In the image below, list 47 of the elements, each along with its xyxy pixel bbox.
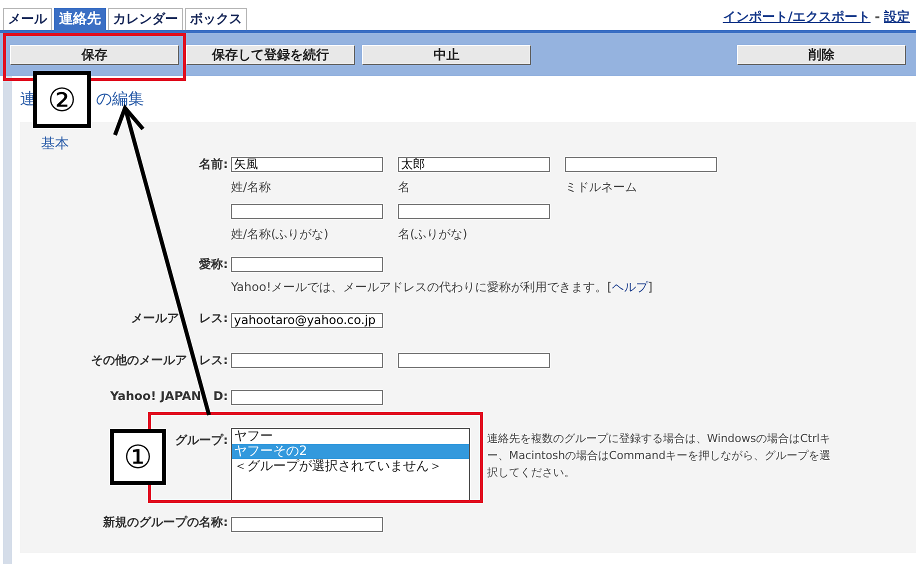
field-label: レス: [199,311,228,326]
field-caption: 姓/名称(ふりがな) [231,227,328,242]
toolbar-button[interactable]: 中止 [362,44,531,64]
field-label: グループ: [175,433,228,447]
input-field[interactable] [398,352,550,368]
nickname-hint: Yahoo!メールでは、メールアドレスの代わりに愛称が利用できます。[ヘルプ] [231,280,652,295]
field-caption: 名 [398,180,410,195]
field-label: 愛称: [199,257,228,272]
tab[interactable]: ボックス [185,8,247,30]
group-listbox[interactable]: ヤフー ヤフーその2 ＜グループが選択されていません＞ [231,428,470,502]
field-label: レス: [199,352,228,368]
field-caption: 姓/名称 [231,180,272,195]
field-label: D: [213,388,228,404]
section-title: 基本 [40,136,69,152]
help-link[interactable]: ヘルプ [612,280,648,294]
group-note: 連絡先を複数のグループに登録する場合は、Windowsの場合はCtrlキー、Macintoshの場合はCommandキーを押しながら、グループを選択してください。 [487,431,832,481]
field-label: メールア [131,311,180,326]
input-field[interactable] [231,516,383,532]
import-export-link[interactable]: インポート/エクスポート [722,8,871,27]
input-field[interactable] [231,390,383,405]
listbox-option[interactable]: ＜グループが選択されていません＞ [232,459,469,474]
page-heading: の編集 [96,88,144,110]
input-field[interactable] [565,157,717,172]
callout-number: ② [33,71,91,128]
toolbar-button[interactable]: 保存して登録を続行 [186,44,355,64]
input-field[interactable] [398,204,550,219]
field-caption: ミドルネーム [565,180,637,195]
settings-link[interactable]: 設定 [884,8,910,27]
tab[interactable]: 連絡先 [54,8,106,30]
input-field[interactable] [231,352,383,368]
field-label: その他のメールア [91,352,188,368]
delete-button[interactable]: 削除 [737,44,906,64]
field-label: 新規のグループの名称: [103,515,228,530]
input-field[interactable]: 太郎 [398,157,550,172]
link-separator: - [874,8,880,26]
input-field[interactable] [231,257,383,272]
input-field[interactable]: 矢風 [231,157,383,172]
callout-number: ① [110,429,166,485]
field-label: 名前: [199,157,228,172]
tab[interactable]: カレンダー [108,8,183,30]
tab[interactable]: メール [3,8,52,30]
field-label: Yahoo! JAPAN [110,388,202,404]
toolbar-button[interactable]: 保存 [10,44,179,64]
listbox-option[interactable]: ヤフー [232,429,469,444]
field-caption: 名(ふりがな) [398,227,468,242]
input-field[interactable] [231,204,383,219]
input-field[interactable]: yahootaro@yahoo.co.jp [231,312,383,328]
